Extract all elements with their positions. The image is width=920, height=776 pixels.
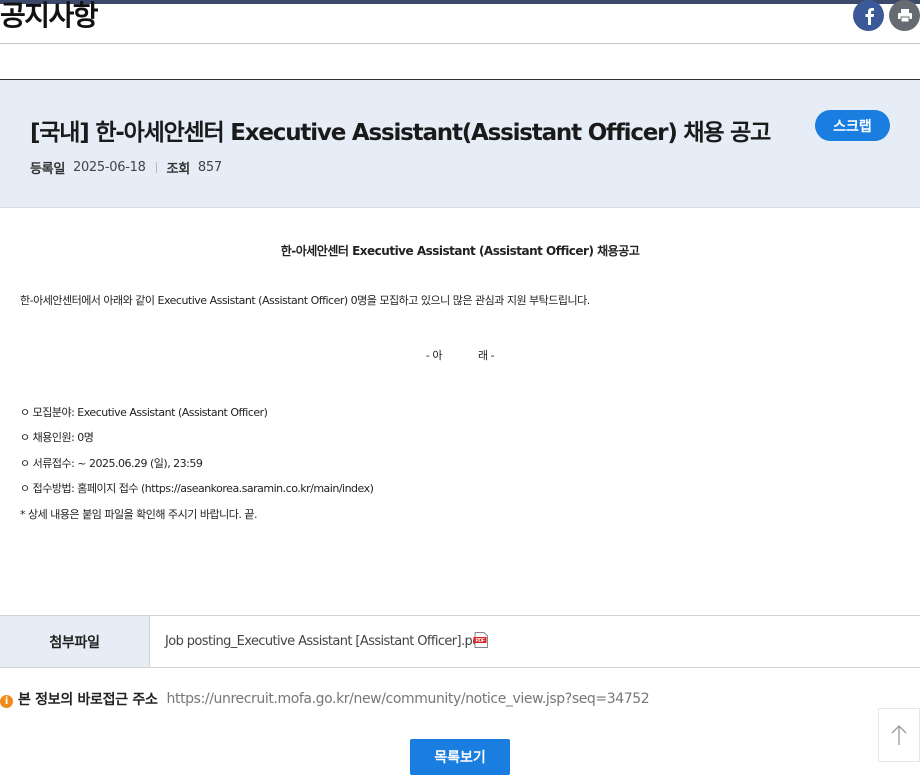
body-arae-marker: - 아 래 - (425, 349, 495, 362)
print-button[interactable] (889, 0, 920, 31)
list-button[interactable]: 목록보기 (410, 739, 510, 775)
body-heading: 한-아세안센터 Executive Assistant (Assistant O… (280, 244, 640, 258)
body-item: ㅇ 채용인원: 0명 (20, 431, 94, 444)
svg-text:PDF: PDF (475, 638, 484, 644)
scrap-button[interactable]: 스크랩 (815, 110, 890, 141)
views-label: 조회 (166, 162, 191, 177)
top-accent-bar (0, 0, 920, 4)
body-item: ㅇ 접수방법: 홈페이지 접수 (https://aseankorea.sara… (20, 482, 374, 495)
attachment-file-link[interactable]: Job posting_Executive Assistant [Assista… (165, 634, 484, 649)
notice-meta: 등록일 2025-06-18 조회 857 (30, 158, 222, 177)
body-note: * 상세 내용은 붙임 파일을 확인해 주시기 바랍니다. 끝. (20, 508, 257, 521)
facebook-share-button[interactable] (853, 0, 884, 31)
print-icon (897, 9, 912, 23)
views-value: 857 (197, 160, 222, 175)
body-item: ㅇ 모집분야: Executive Assistant (Assistant O… (20, 406, 268, 419)
attachment-label: 첨부파일 (0, 616, 150, 667)
pdf-icon[interactable]: PDF (473, 632, 489, 648)
notice-header: [국내] 한-아세안센터 Executive Assistant(Assista… (0, 79, 920, 208)
date-value: 2025-06-18 (72, 160, 146, 175)
info-icon: i (0, 694, 13, 708)
notice-title: [국내] 한-아세안센터 Executive Assistant(Assista… (30, 120, 771, 146)
title-divider (0, 43, 920, 44)
date-label: 등록일 (30, 162, 65, 177)
direct-link-url[interactable]: https://unrecruit.mofa.go.kr/new/communi… (167, 691, 650, 707)
arrow-up-icon (891, 725, 907, 745)
body-item: ㅇ 서류접수: ~ 2025.06.29 (일), 23:59 (20, 457, 203, 470)
scroll-top-button[interactable] (878, 708, 920, 762)
body-intro: 한-아세안센터에서 아래와 같이 Executive Assistant (As… (20, 294, 590, 307)
page-title: 공지사항 (0, 0, 99, 32)
direct-link-label: 본 정보의 바로접근 주소 (18, 692, 158, 708)
notice-body: 한-아세안센터 Executive Assistant (Assistant O… (0, 208, 920, 615)
direct-link-row: i 본 정보의 바로접근 주소 https://unrecruit.mofa.g… (0, 688, 650, 710)
attachment-row: 첨부파일 Job posting_Executive Assistant [As… (0, 615, 920, 668)
meta-divider (155, 162, 157, 173)
facebook-icon (865, 7, 874, 25)
